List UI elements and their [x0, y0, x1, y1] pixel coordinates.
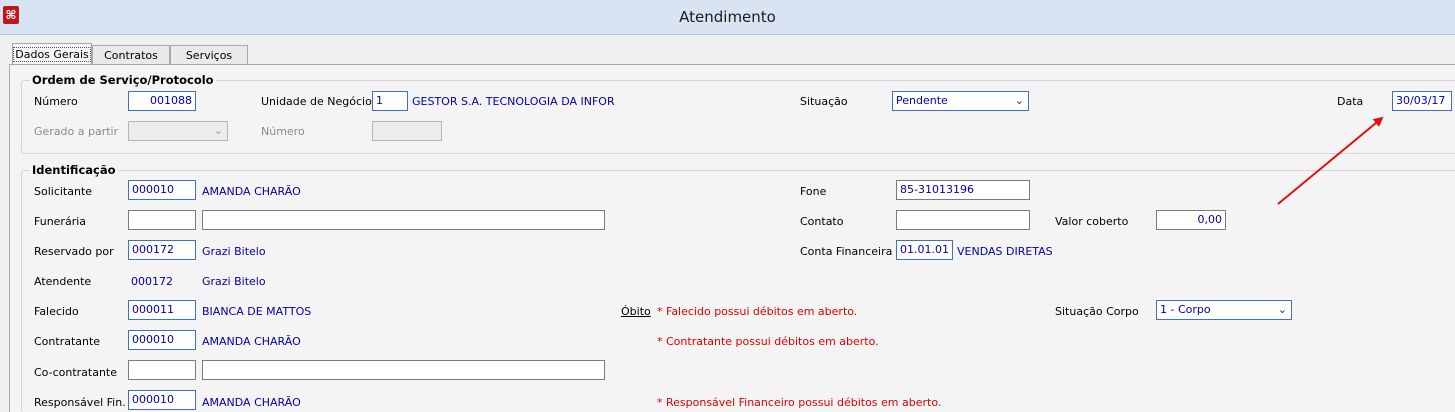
atendente-code: 000172 — [131, 275, 173, 288]
situacao-label: Situação — [800, 95, 848, 108]
numero-origem-label: Número — [261, 125, 305, 138]
contratante-code-field[interactable]: 000010 — [128, 330, 196, 350]
ordem-servico-legend: Ordem de Serviço/Protocolo — [30, 73, 216, 87]
conta-financeira-name: VENDAS DIRETAS — [957, 245, 1053, 258]
contato-label: Contato — [800, 215, 844, 228]
atendente-label: Atendente — [34, 275, 92, 288]
identificacao-legend: Identificação — [30, 163, 118, 177]
tab-servicos[interactable]: Serviços — [170, 45, 248, 65]
fone-label: Fone — [800, 185, 827, 198]
solicitante-label: Solicitante — [34, 185, 93, 198]
tab-contratos[interactable]: Contratos — [92, 45, 170, 65]
funeraria-label: Funerária — [34, 215, 87, 228]
atendente-name: Grazi Bitelo — [202, 275, 266, 288]
unidade-negocio-label: Unidade de Negócio — [261, 95, 372, 108]
ordem-servico-group — [21, 80, 1455, 154]
chevron-down-icon: ⌄ — [1277, 303, 1287, 316]
responsavel-fin-code-field[interactable]: 000010 — [128, 390, 196, 410]
tab-dados-gerais[interactable]: Dados Gerais — [12, 43, 92, 65]
chevron-down-icon: ⌄ — [213, 124, 223, 137]
solicitante-name: AMANDA CHARÃO — [202, 185, 301, 198]
falecido-name: BIANCA DE MATTOS — [202, 305, 312, 318]
co-contratante-code-field[interactable] — [128, 360, 196, 380]
situacao-corpo-select[interactable]: 1 - Corpo ⌄ — [1156, 300, 1292, 320]
falecido-debt-warning: * Falecido possui débitos em aberto. — [657, 305, 858, 318]
data-label: Data — [1337, 95, 1364, 108]
responsavel-fin-name: AMANDA CHARÃO — [202, 396, 301, 409]
unidade-negocio-name: GESTOR S.A. TECNOLOGIA DA INFOR — [412, 95, 615, 108]
reservado-por-name: Grazi Bitelo — [202, 245, 266, 258]
contratante-debt-warning: * Contratante possui débitos em aberto. — [657, 335, 879, 348]
unidade-negocio-code-field[interactable]: 1 — [372, 91, 408, 111]
co-contratante-label: Co-contratante — [34, 366, 118, 379]
reservado-por-label: Reservado por — [34, 245, 114, 258]
numero-origem-field[interactable] — [372, 121, 442, 141]
valor-coberto-label: Valor coberto — [1055, 215, 1129, 228]
falecido-code-field[interactable]: 000011 — [128, 300, 196, 320]
funeraria-name-field[interactable] — [202, 210, 605, 230]
situacao-corpo-label: Situação Corpo — [1055, 305, 1139, 318]
conta-financeira-code-field[interactable]: 01.01.01 — [896, 240, 953, 260]
data-field[interactable]: 30/03/17 — [1392, 91, 1452, 111]
fone-field[interactable]: 85-31013196 — [896, 180, 1030, 200]
co-contratante-name-field[interactable] — [202, 360, 605, 380]
responsavel-fin-label: Responsável Fin. — [34, 396, 126, 409]
funeraria-code-field[interactable] — [128, 210, 196, 230]
obito-link[interactable]: Óbito — [621, 305, 651, 318]
falecido-label: Falecido — [34, 305, 79, 318]
window-title: Atendimento — [679, 8, 776, 26]
gerado-a-partir-label: Gerado a partir — [34, 125, 119, 138]
responsavel-fin-debt-warning: * Responsável Financeiro possui débitos … — [657, 396, 942, 409]
title-bar: ⌘ Atendimento — [0, 0, 1455, 35]
numero-label: Número — [34, 95, 78, 108]
gerado-a-partir-select[interactable]: ⌄ — [128, 121, 228, 141]
conta-financeira-label: Conta Financeira — [800, 245, 893, 258]
contratante-name: AMANDA CHARÃO — [202, 335, 301, 348]
contratante-label: Contratante — [34, 335, 101, 348]
solicitante-code-field[interactable]: 000010 — [128, 180, 196, 200]
chevron-down-icon: ⌄ — [1014, 94, 1024, 107]
numero-field[interactable]: 001088 — [128, 91, 196, 111]
valor-coberto-field[interactable]: 0,00 — [1156, 210, 1226, 230]
contato-field[interactable] — [896, 210, 1030, 230]
situacao-select[interactable]: Pendente ⌄ — [892, 91, 1029, 111]
reservado-por-code-field[interactable]: 000172 — [128, 240, 196, 260]
